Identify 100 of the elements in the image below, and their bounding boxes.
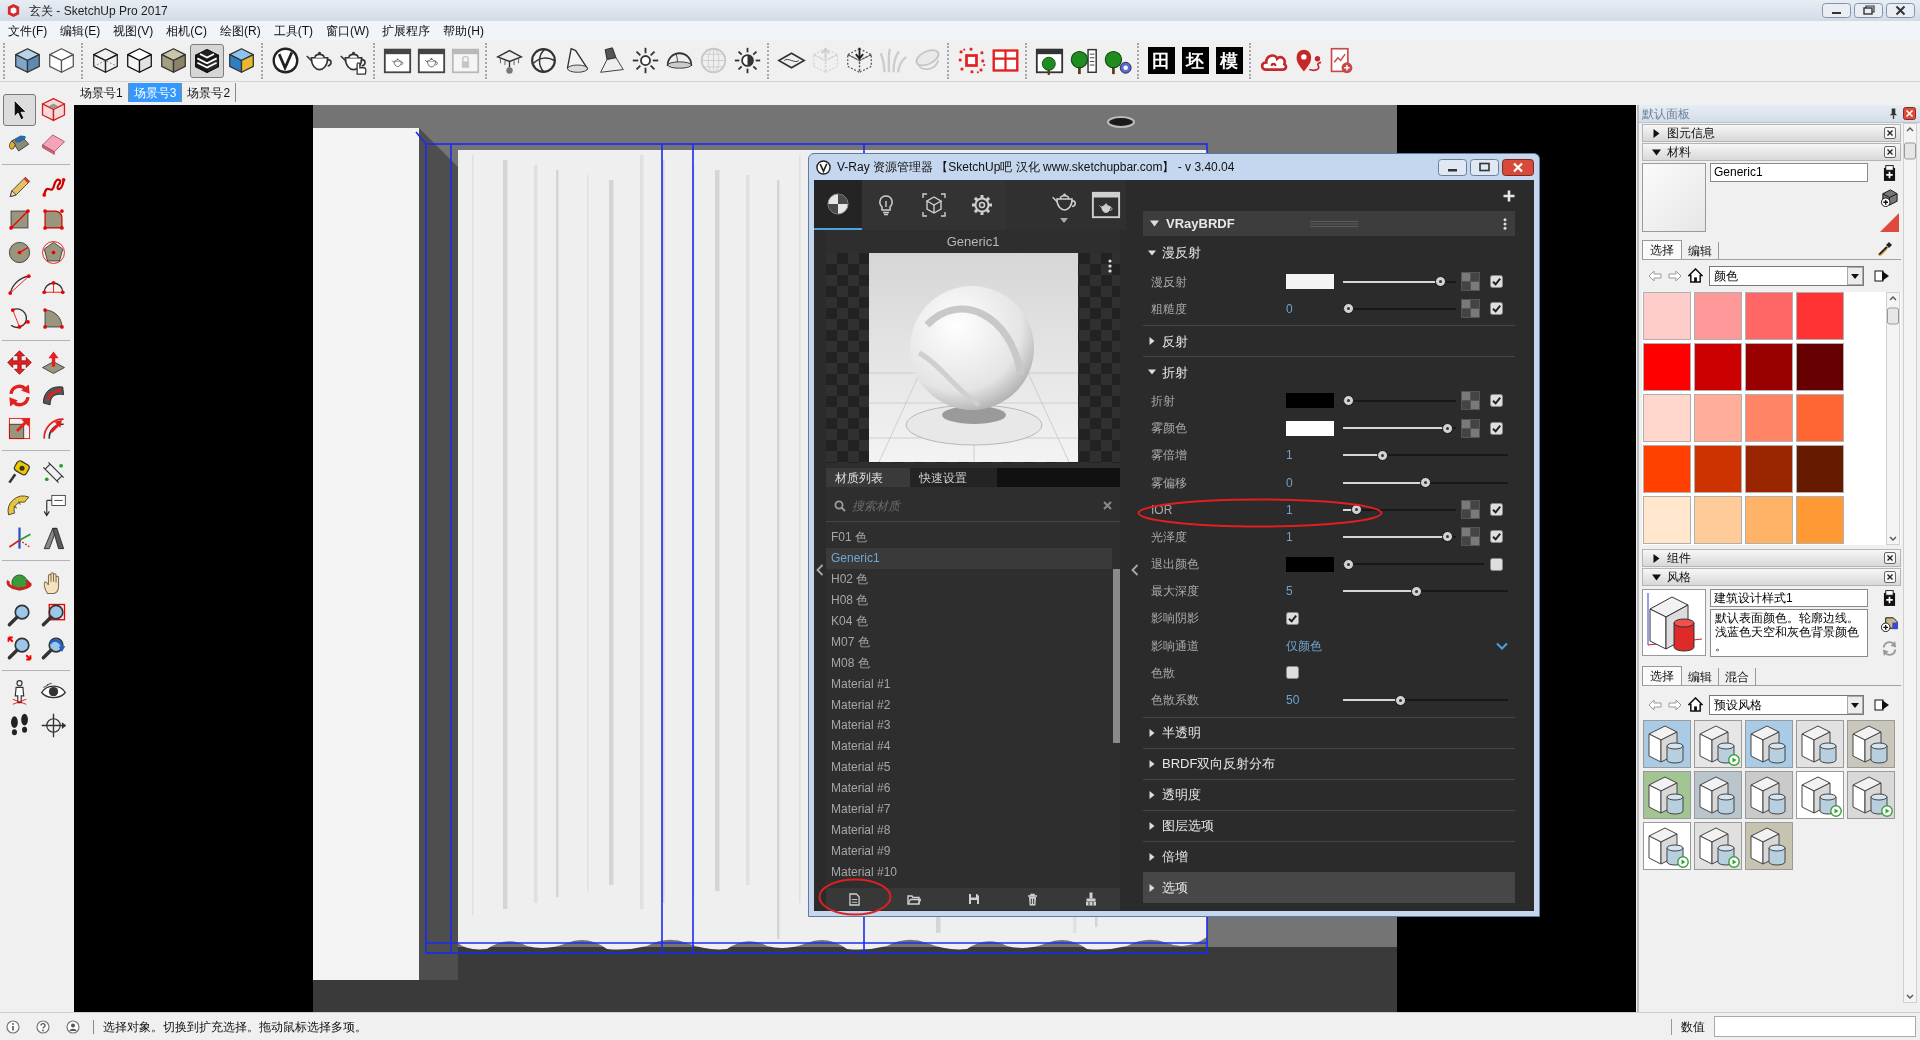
panel-header[interactable]: 风格 bbox=[1642, 568, 1901, 586]
glyph-button[interactable]: 坯 bbox=[1181, 47, 1209, 74]
slider[interactable] bbox=[1343, 395, 1456, 407]
material-list-item[interactable]: Material #5 bbox=[826, 756, 1112, 778]
zoom-extents-icon[interactable] bbox=[5, 635, 33, 662]
box-and-cylinder-icon[interactable] bbox=[1745, 822, 1793, 870]
striped-box-icon[interactable] bbox=[190, 43, 224, 78]
material-swatch-icon[interactable] bbox=[1643, 292, 1691, 340]
param-value[interactable]: 50 bbox=[1286, 691, 1300, 710]
menu-item[interactable]: 视图(V) bbox=[113, 21, 154, 40]
panel-tab[interactable]: 混合 bbox=[1719, 668, 1756, 685]
document-icon[interactable] bbox=[849, 892, 861, 906]
slider-thumb[interactable] bbox=[1395, 694, 1407, 706]
box-and-cylinder-icon[interactable] bbox=[1847, 771, 1895, 819]
scrollbar[interactable] bbox=[1886, 292, 1900, 545]
box-arrow-down-icon[interactable] bbox=[844, 46, 874, 75]
style-name-field[interactable]: 建筑设计样式1 bbox=[1710, 589, 1868, 607]
material-list-item[interactable]: F01 色 bbox=[826, 527, 1112, 548]
scattered-dots-icon[interactable] bbox=[956, 46, 986, 75]
checkbox[interactable] bbox=[1489, 394, 1503, 408]
more-icon[interactable] bbox=[1503, 217, 1507, 230]
details-arrow-icon[interactable] bbox=[1874, 267, 1890, 284]
slider[interactable] bbox=[1343, 422, 1456, 434]
material-list-item[interactable]: Material #1 bbox=[826, 673, 1112, 695]
back-arrow-icon[interactable] bbox=[1648, 698, 1662, 711]
brush-icon[interactable] bbox=[1084, 892, 1097, 906]
material-swatch-icon[interactable] bbox=[1694, 445, 1742, 493]
material-swatch-icon[interactable] bbox=[1694, 292, 1742, 340]
slider[interactable] bbox=[1343, 558, 1484, 570]
slider-thumb[interactable] bbox=[1351, 504, 1363, 516]
material-swatch-icon[interactable] bbox=[1745, 394, 1793, 442]
sun-icon[interactable] bbox=[630, 46, 660, 75]
measurement-field[interactable] bbox=[1714, 1016, 1916, 1037]
details-arrow-icon[interactable] bbox=[1874, 696, 1890, 713]
material-swatch-icon[interactable] bbox=[1796, 496, 1844, 544]
scrollbar[interactable] bbox=[1903, 123, 1917, 1003]
menu-item[interactable]: 窗口(W) bbox=[326, 21, 370, 40]
box-and-cylinder-icon[interactable] bbox=[1694, 822, 1742, 870]
forward-arrow-icon[interactable] bbox=[1668, 698, 1682, 711]
move-arrows-icon[interactable] bbox=[5, 349, 33, 376]
slider[interactable] bbox=[1343, 585, 1508, 597]
scrollbar[interactable] bbox=[1113, 569, 1120, 743]
tree-frame-icon[interactable] bbox=[1034, 46, 1064, 75]
checkbox[interactable] bbox=[1489, 275, 1503, 289]
slider[interactable] bbox=[1343, 303, 1456, 315]
box-and-cylinder-icon[interactable] bbox=[1745, 720, 1793, 768]
panel-header[interactable]: 图元信息 bbox=[1642, 124, 1901, 142]
plain-box-icon[interactable] bbox=[124, 46, 154, 75]
textured-box-icon[interactable] bbox=[226, 46, 256, 75]
box-and-cylinder-icon[interactable] bbox=[1643, 822, 1691, 870]
checker-tile-icon[interactable] bbox=[1460, 527, 1480, 547]
glyph-button[interactable]: 模 bbox=[1215, 47, 1243, 74]
zoom-icon[interactable] bbox=[5, 602, 33, 629]
eyedropper-icon[interactable] bbox=[1877, 241, 1893, 257]
material-swatch-icon[interactable] bbox=[1745, 496, 1793, 544]
param-value[interactable]: 1 bbox=[1286, 446, 1293, 465]
checker-tile-icon[interactable] bbox=[1460, 500, 1480, 520]
panel-tab[interactable]: 选择 bbox=[1642, 240, 1682, 259]
checkbox[interactable] bbox=[1489, 302, 1503, 316]
material-list-item[interactable]: Material #8 bbox=[826, 819, 1112, 841]
material-list-item[interactable]: Material #9 bbox=[826, 840, 1112, 862]
shaded-box-icon[interactable] bbox=[12, 46, 42, 75]
close-icon[interactable] bbox=[1886, 3, 1915, 18]
box-and-cylinder-icon[interactable] bbox=[1643, 771, 1691, 819]
panel-tab[interactable]: 选择 bbox=[1642, 666, 1682, 685]
param-value[interactable]: 1 bbox=[1286, 500, 1293, 519]
maximize-icon[interactable] bbox=[1470, 158, 1499, 176]
style-library-dropdown[interactable]: 预设风格 bbox=[1709, 694, 1864, 715]
material-type-header[interactable]: VRayBRDF bbox=[1143, 211, 1515, 236]
channel-dropdown[interactable]: 仅颜色 bbox=[1286, 635, 1508, 656]
forward-arrow-icon[interactable] bbox=[1668, 269, 1682, 282]
window-teapot-icon[interactable] bbox=[382, 46, 412, 75]
close-icon[interactable] bbox=[1903, 107, 1916, 120]
chevron-left-icon[interactable] bbox=[1130, 564, 1139, 576]
add-icon[interactable] bbox=[1503, 189, 1515, 202]
grip-icon[interactable] bbox=[1309, 220, 1358, 227]
material-swatch-icon[interactable] bbox=[1796, 343, 1844, 391]
style-description-field[interactable]: 默认表面颜色。轮廓边线。浅蓝色天空和灰色背景颜色。 bbox=[1710, 609, 1868, 657]
checkbox[interactable] bbox=[1489, 503, 1503, 517]
menu-item[interactable]: 编辑(E) bbox=[60, 21, 101, 40]
window-teapot-icon[interactable] bbox=[416, 46, 446, 75]
slider-thumb[interactable] bbox=[1441, 531, 1453, 543]
param-value[interactable]: 5 bbox=[1286, 582, 1293, 601]
minimize-icon[interactable] bbox=[1822, 3, 1851, 18]
checker-tile-icon[interactable] bbox=[1460, 272, 1480, 292]
new-style-icon[interactable] bbox=[1882, 590, 1896, 607]
more-icon[interactable] bbox=[1108, 259, 1112, 273]
slider-thumb[interactable] bbox=[1343, 395, 1354, 407]
zoom-window-icon[interactable] bbox=[39, 602, 67, 629]
user-icon[interactable] bbox=[66, 1019, 80, 1034]
material-swatch-icon[interactable] bbox=[1694, 394, 1742, 442]
material-swatch-icon[interactable] bbox=[1643, 394, 1691, 442]
panel-tab[interactable]: 编辑 bbox=[1682, 668, 1719, 685]
slider[interactable] bbox=[1343, 276, 1456, 288]
panel-header[interactable]: 组件 bbox=[1642, 549, 1901, 567]
restore-icon[interactable] bbox=[1854, 3, 1883, 18]
caret-down-icon[interactable] bbox=[1060, 217, 1068, 223]
window-teapot-icon[interactable] bbox=[1091, 190, 1121, 220]
material-list-item[interactable]: Material #10 bbox=[826, 861, 1112, 883]
checker-tile-icon[interactable] bbox=[1460, 418, 1480, 438]
